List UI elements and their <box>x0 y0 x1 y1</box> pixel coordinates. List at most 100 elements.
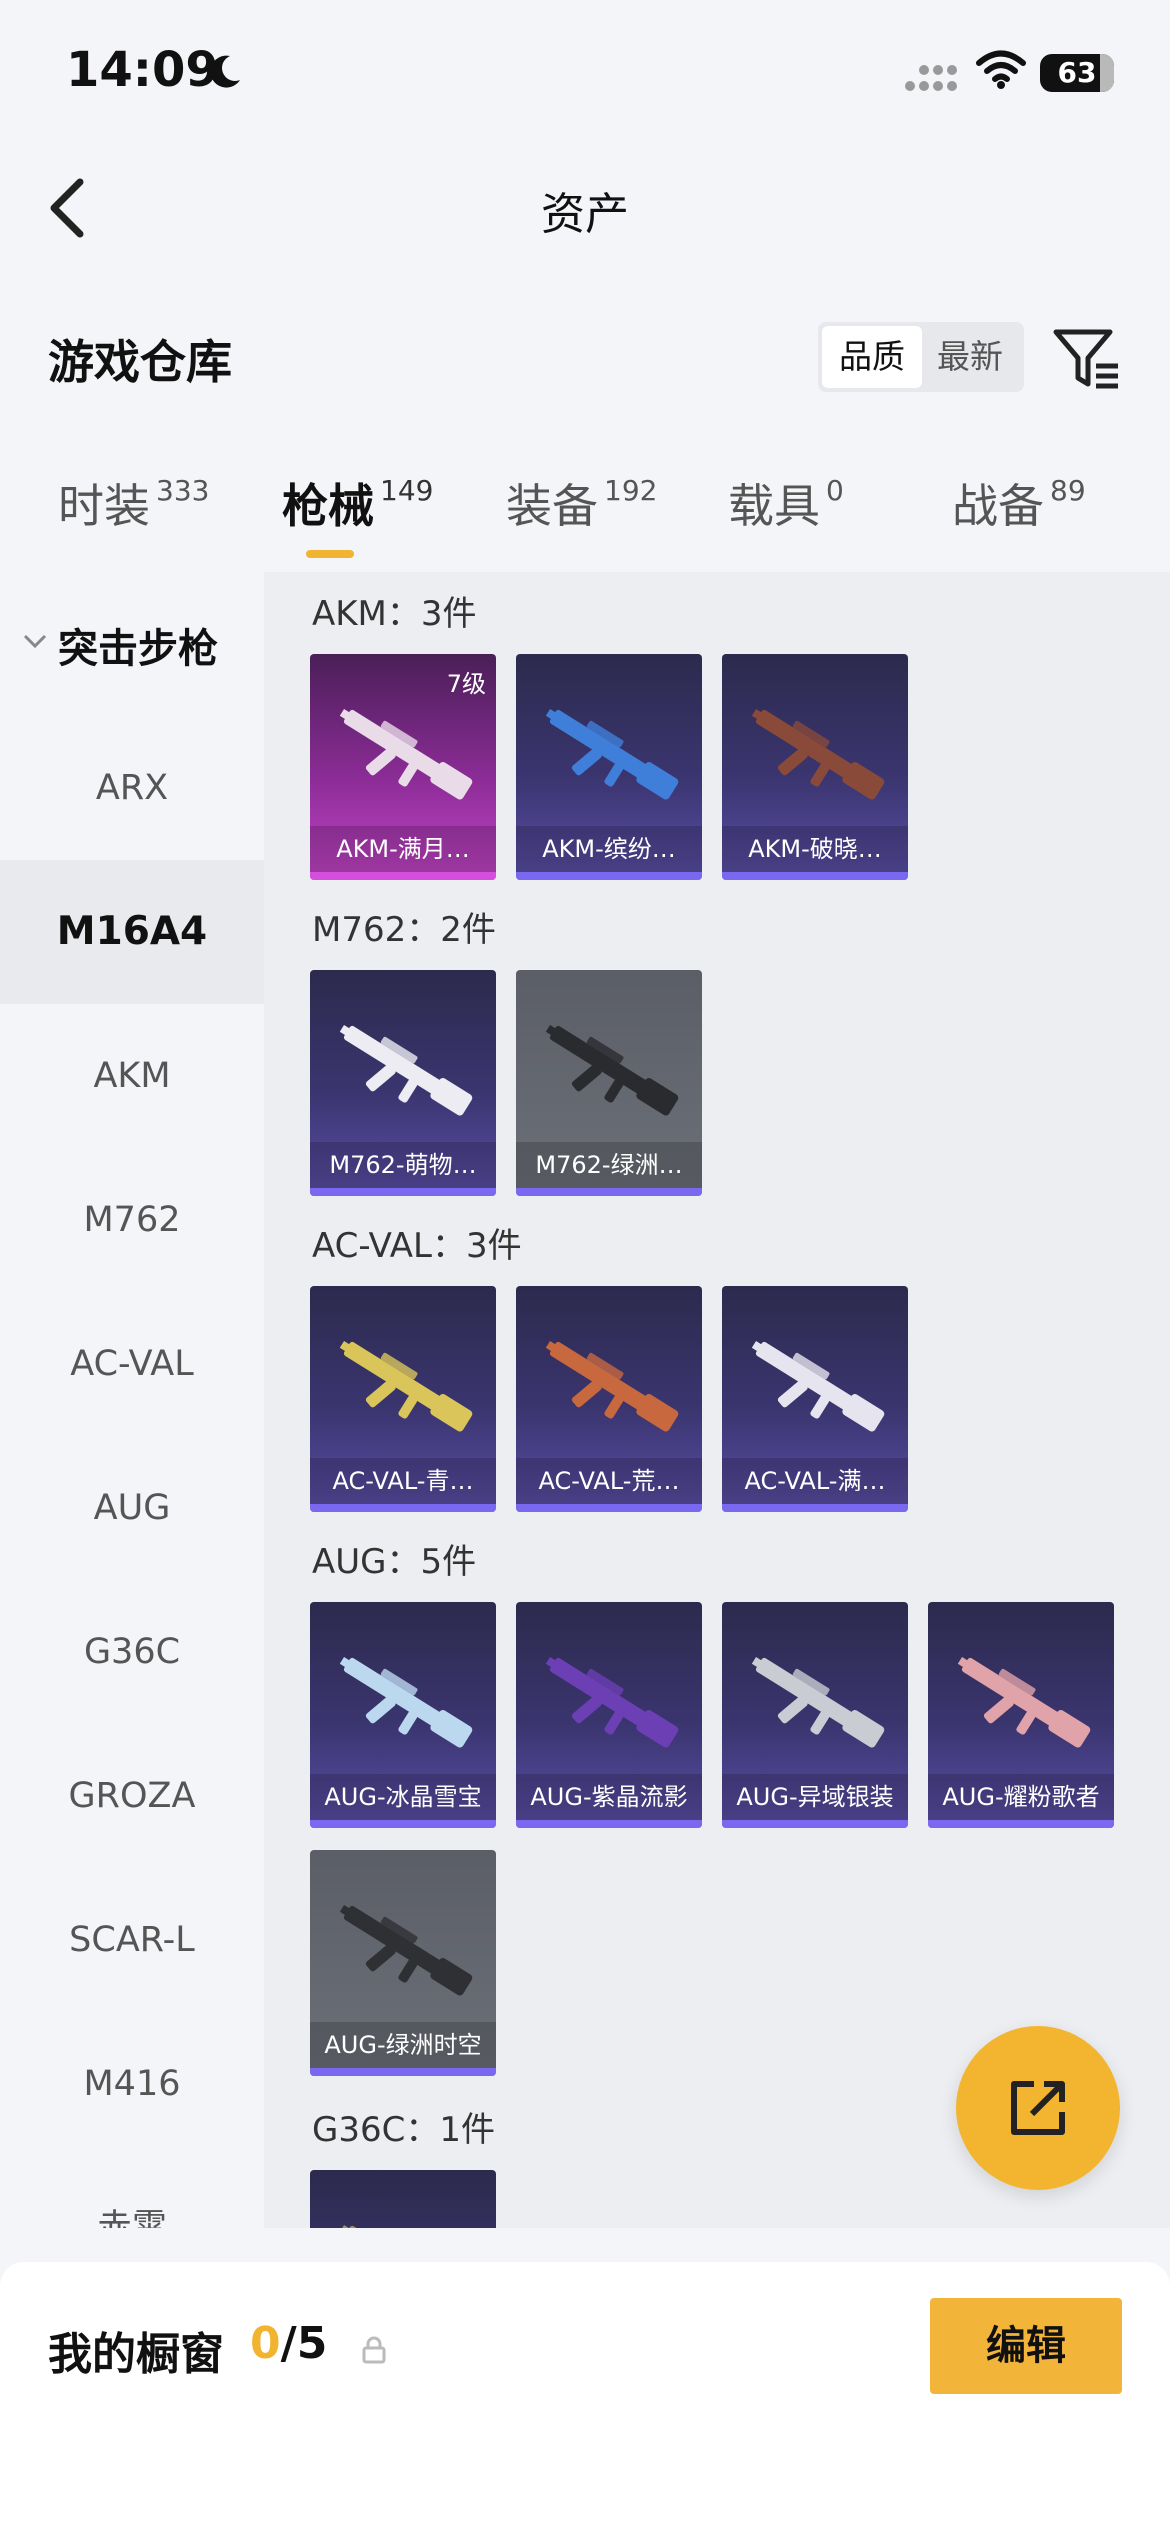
rifle-icon <box>339 1657 473 1748</box>
tab-firearms[interactable]: 枪械 149 <box>282 470 433 536</box>
skin-name: M762-绿洲… <box>516 1142 702 1188</box>
tab-label: 时装 <box>58 479 150 533</box>
tab-supplies[interactable]: 战备 89 <box>952 470 1086 536</box>
weapon-skin-card[interactable]: AC-VAL-满… <box>722 1286 908 1512</box>
skin-name: AUG-冰晶雪宝 <box>310 1774 496 1820</box>
nav-bar: 资产 <box>0 150 1170 260</box>
lock-icon <box>362 2336 386 2364</box>
cellular-signal-icon <box>905 65 957 91</box>
sidebar-item-akm[interactable]: AKM <box>0 1004 264 1148</box>
rifle-icon <box>751 709 885 800</box>
rifle-icon <box>751 1341 885 1432</box>
group-label: AUG：5件 <box>312 1542 477 1582</box>
sort-option-quality[interactable]: 品质 <box>822 326 922 388</box>
rifle-icon <box>339 2225 452 2228</box>
tab-vehicles[interactable]: 载具 0 <box>728 470 844 536</box>
tab-fashion[interactable]: 时装 333 <box>58 470 209 536</box>
wifi-icon <box>976 50 1026 89</box>
battery-icon: 63 <box>1040 54 1114 92</box>
sidebar-item-m16a4[interactable]: M16A4 <box>0 860 264 1004</box>
rifle-icon <box>339 1025 473 1116</box>
sidebar-item-arx[interactable]: ARX <box>0 716 264 860</box>
sidebar-item-scar-l[interactable]: SCAR-L <box>0 1868 264 2012</box>
weapon-skin-card[interactable]: 7级 AKM-满月… <box>310 654 496 880</box>
sidebar-item-aug[interactable]: AUG <box>0 1436 264 1580</box>
weapon-skin-card[interactable]: AKM-破晓… <box>722 654 908 880</box>
weapon-skin-card[interactable]: AUG-绿洲时空 <box>310 1850 496 2076</box>
skin-name: AC-VAL-荒… <box>516 1458 702 1504</box>
battery-level: 63 <box>1057 56 1097 89</box>
weapon-skin-card[interactable] <box>310 2170 496 2228</box>
warehouse-title: 游戏仓库 <box>48 335 232 389</box>
tab-label: 战备 <box>952 479 1044 533</box>
tab-count: 192 <box>604 474 658 507</box>
weapon-skin-card[interactable]: AUG-冰晶雪宝 <box>310 1602 496 1828</box>
showcase-label: 我的橱窗 <box>48 2329 224 2380</box>
skin-name: AUG-绿洲时空 <box>310 2022 496 2068</box>
weapon-skin-card[interactable]: M762-萌物… <box>310 970 496 1196</box>
skin-name: M762-萌物… <box>310 1142 496 1188</box>
rifle-icon <box>545 1341 679 1432</box>
skin-level-badge: 7级 <box>446 670 486 698</box>
group-label: M762：2件 <box>312 910 496 950</box>
rarity-bar <box>516 872 702 880</box>
rarity-bar <box>310 872 496 880</box>
sidebar-group-label: 突击步枪 <box>58 626 218 672</box>
skin-name: AC-VAL-满… <box>722 1458 908 1504</box>
sidebar-item-chixiao[interactable]: 赤霄 <box>0 2156 264 2228</box>
share-button[interactable] <box>956 2026 1120 2190</box>
weapon-skin-list: AKM：3件 7级 AKM-满月… AKM-缤纷… AKM-破晓… M762：2件 M762… <box>264 572 1170 2228</box>
sidebar-item-ac-val[interactable]: AC-VAL <box>0 1292 264 1436</box>
skin-name: AKM-满月… <box>310 826 496 872</box>
skin-name: AC-VAL-青… <box>310 1458 496 1504</box>
tab-count: 89 <box>1050 474 1086 507</box>
weapon-skin-card[interactable]: AC-VAL-青… <box>310 1286 496 1512</box>
sidebar-item-m416[interactable]: M416 <box>0 2012 264 2156</box>
group-label: AC-VAL：3件 <box>312 1226 522 1266</box>
skin-name: AUG-紫晶流影 <box>516 1774 702 1820</box>
tab-count: 0 <box>826 474 844 507</box>
rifle-icon <box>339 1341 473 1432</box>
rifle-icon <box>751 1657 885 1748</box>
weapon-skin-card[interactable]: AUG-异域银装 <box>722 1602 908 1828</box>
filter-icon[interactable] <box>1052 326 1122 392</box>
skin-name: AUG-耀粉歌者 <box>928 1774 1114 1820</box>
warehouse-header: 游戏仓库 品质 最新 <box>0 300 1170 410</box>
rarity-bar <box>516 1820 702 1828</box>
rifle-icon <box>339 1905 473 1996</box>
rarity-bar <box>310 2068 496 2076</box>
moon-icon <box>210 55 240 88</box>
tab-equipment[interactable]: 装备 192 <box>506 470 657 536</box>
rifle-icon <box>545 1657 679 1748</box>
tab-label: 枪械 <box>282 479 374 533</box>
sidebar-item-g36c[interactable]: G36C <box>0 1580 264 1724</box>
active-tab-indicator <box>306 550 354 558</box>
weapon-skin-card[interactable]: M762-绿洲… <box>516 970 702 1196</box>
sidebar-item-groza[interactable]: GROZA <box>0 1724 264 1868</box>
showcase-bar: 我的橱窗 0/5 编辑 <box>0 2262 1170 2532</box>
rifle-icon <box>545 1025 679 1116</box>
weapon-skin-card[interactable]: AC-VAL-荒… <box>516 1286 702 1512</box>
sort-toggle: 品质 最新 <box>818 322 1024 392</box>
skin-name: AUG-异域银装 <box>722 1774 908 1820</box>
rarity-bar <box>928 1820 1114 1828</box>
weapon-skin-card[interactable]: AKM-缤纷… <box>516 654 702 880</box>
skin-name: AKM-缤纷… <box>516 826 702 872</box>
edit-button[interactable]: 编辑 <box>930 2298 1122 2394</box>
weapon-skin-card[interactable]: AUG-耀粉歌者 <box>928 1602 1114 1828</box>
group-label: G36C：1件 <box>312 2110 495 2150</box>
tab-count: 333 <box>156 474 210 507</box>
rifle-icon <box>545 709 679 800</box>
weapon-type-sidebar: 突击步枪 ARX M16A4 AKM M762 AC-VAL AUG G36C … <box>0 572 264 2228</box>
tab-label: 载具 <box>728 479 820 533</box>
sidebar-group-assault-rifles[interactable]: 突击步枪 <box>0 602 264 688</box>
skin-name: AKM-破晓… <box>722 826 908 872</box>
weapon-skin-card[interactable]: AUG-紫晶流影 <box>516 1602 702 1828</box>
category-tabs: 时装 333 枪械 149 装备 192 载具 0 战备 89 <box>0 460 1170 570</box>
showcase-current: 0 <box>250 2318 281 2369</box>
rarity-bar <box>722 1504 908 1512</box>
rarity-bar <box>722 1820 908 1828</box>
sort-option-latest[interactable]: 最新 <box>920 326 1020 388</box>
rarity-bar <box>310 1188 496 1196</box>
sidebar-item-m762[interactable]: M762 <box>0 1148 264 1292</box>
